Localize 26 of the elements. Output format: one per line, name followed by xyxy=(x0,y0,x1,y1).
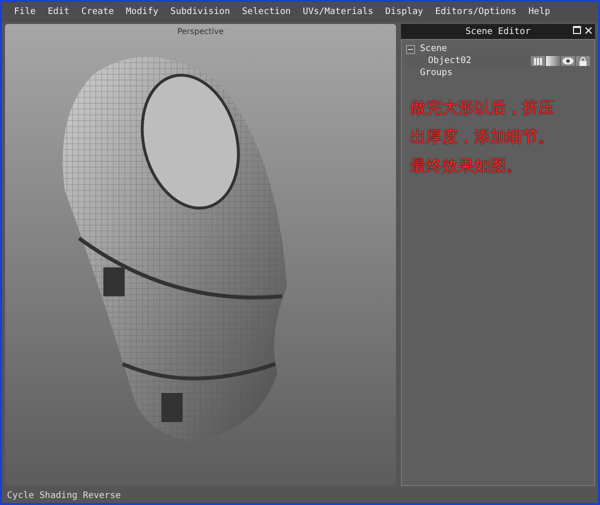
menu-item[interactable]: File xyxy=(14,7,36,17)
menu-item[interactable]: Subdivision xyxy=(170,7,230,17)
bars-icon[interactable] xyxy=(531,56,545,66)
menu-item[interactable]: Help xyxy=(528,7,550,17)
eye-icon[interactable] xyxy=(561,56,575,66)
menu-item[interactable]: Modify xyxy=(126,7,158,17)
menu-item[interactable]: Create xyxy=(81,7,114,17)
viewport[interactable]: Perspective xyxy=(5,24,396,486)
annotation-text: 最终效果如图。 xyxy=(410,155,523,177)
collapse-toggle[interactable] xyxy=(406,44,415,54)
menu-item[interactable]: Display xyxy=(385,7,424,17)
tree-item[interactable]: Groups xyxy=(420,68,453,78)
panel-title: Scene Editor xyxy=(465,26,531,36)
maximize-icon[interactable] xyxy=(573,26,581,34)
close-icon[interactable] xyxy=(585,26,592,34)
tree-item[interactable]: Scene xyxy=(420,44,448,54)
gradient-icon[interactable] xyxy=(546,56,560,66)
menu-item[interactable]: UVs/Materials xyxy=(302,7,374,17)
tree-item[interactable]: Object02 xyxy=(428,56,472,66)
status-text: Cycle Shading Reverse xyxy=(7,491,121,501)
menu-item[interactable]: Edit xyxy=(48,7,70,17)
annotation-text: 出厚度，添加细节。 xyxy=(410,126,555,148)
viewport-title: Perspective xyxy=(177,26,224,36)
annotation-text: 做完大形以后，挤压 xyxy=(410,97,555,119)
menu-item[interactable]: Selection xyxy=(242,7,291,17)
menu-item[interactable]: Editors/Options xyxy=(435,7,516,17)
